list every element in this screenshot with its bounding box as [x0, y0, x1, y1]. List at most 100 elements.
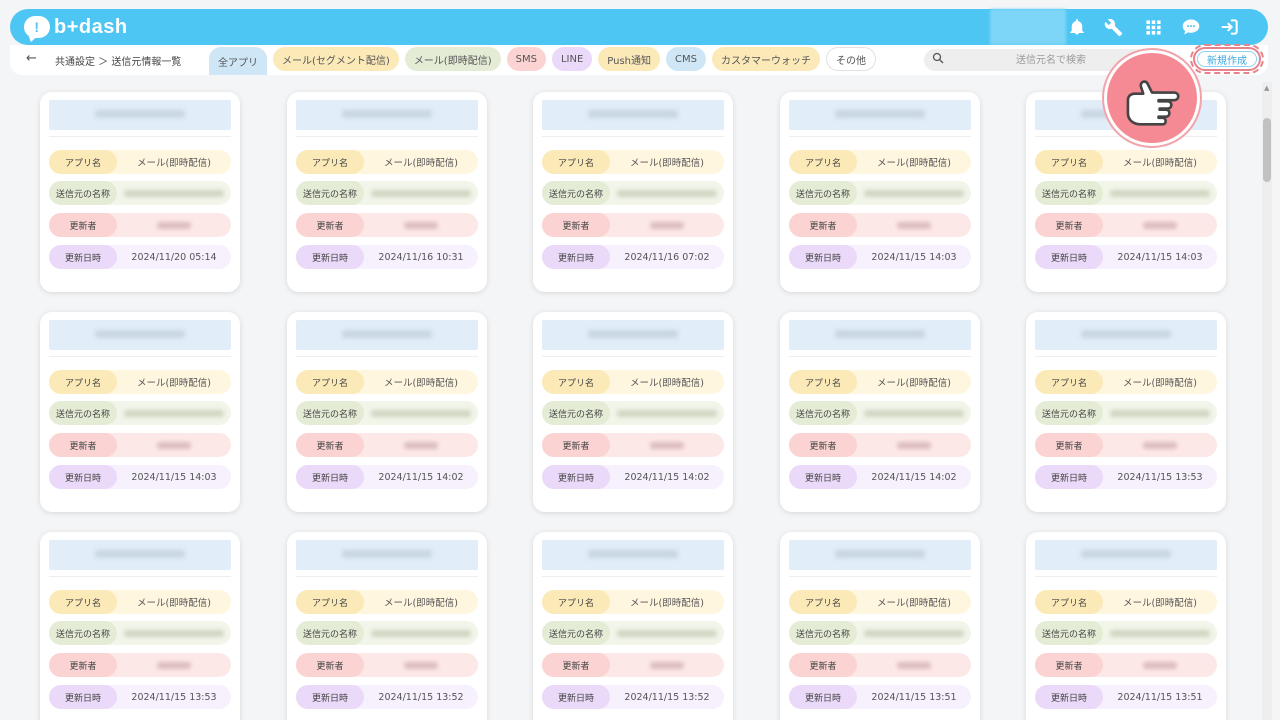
updated-at-label: 更新日時 — [542, 465, 610, 489]
user-info[interactable] — [990, 9, 1066, 45]
updater-label: 更新者 — [789, 433, 857, 457]
card-title-redacted — [1035, 320, 1217, 350]
updater-row: 更新者 — [1035, 653, 1217, 677]
search-icon — [932, 52, 944, 67]
app-name-row: アプリ名 メール(即時配信) — [789, 150, 971, 174]
updated-at-label: 更新日時 — [1035, 465, 1103, 489]
sender-card[interactable]: アプリ名 メール(即時配信) 送信元の名称 更新者 更新日時 2024/11/1… — [287, 532, 487, 720]
app-name-row: アプリ名 メール(即時配信) — [49, 370, 231, 394]
tab-all-apps[interactable]: 全アプリ — [209, 47, 267, 75]
updater-label: 更新者 — [49, 213, 117, 237]
app-name-row: アプリ名 メール(即時配信) — [296, 590, 478, 614]
updater-label: 更新者 — [49, 653, 117, 677]
app-name-row: アプリ名 メール(即時配信) — [789, 590, 971, 614]
back-arrow-icon[interactable]: ← — [26, 51, 37, 66]
card-divider — [542, 576, 724, 577]
breadcrumb: 共通設定 ＞ 送信元情報一覧 — [55, 57, 182, 68]
app-name-row: アプリ名 メール(即時配信) — [49, 590, 231, 614]
sender-name-label: 送信元の名称 — [789, 621, 857, 645]
app-name-label: アプリ名 — [789, 370, 857, 394]
updated-at-row: 更新日時 2024/11/15 13:53 — [49, 685, 231, 709]
updater-value-redacted — [610, 441, 724, 449]
updater-label: 更新者 — [1035, 213, 1103, 237]
updated-at-value: 2024/11/15 14:03 — [1117, 251, 1203, 263]
sender-name-row: 送信元の名称 — [1035, 401, 1217, 425]
updater-row: 更新者 — [1035, 433, 1217, 457]
sender-name-value-redacted — [857, 629, 971, 637]
sender-name-row: 送信元の名称 — [49, 401, 231, 425]
page-scrollbar[interactable]: ▲ — [1262, 82, 1272, 720]
scroll-thumb[interactable] — [1263, 118, 1271, 182]
sender-card[interactable]: アプリ名 メール(即時配信) 送信元の名称 更新者 更新日時 2024/11/1… — [533, 92, 733, 292]
sender-card[interactable]: アプリ名 メール(即時配信) 送信元の名称 更新者 更新日時 2024/11/1… — [780, 312, 980, 512]
app-name-row: アプリ名 メール(即時配信) — [296, 370, 478, 394]
card-title-redacted — [542, 320, 724, 350]
bell-icon[interactable] — [1067, 17, 1087, 37]
sender-card[interactable]: アプリ名 メール(即時配信) 送信元の名称 更新者 更新日時 2024/11/1… — [287, 312, 487, 512]
tab-push[interactable]: Push通知 — [598, 47, 661, 71]
tab-line[interactable]: LINE — [551, 47, 593, 71]
app-name-value: メール(即時配信) — [1123, 158, 1197, 169]
sender-name-row: 送信元の名称 — [49, 621, 231, 645]
app-name-value: メール(即時配信) — [137, 158, 211, 169]
sender-name-value-redacted — [610, 629, 724, 637]
sender-card[interactable]: アプリ名 メール(即時配信) 送信元の名称 更新者 更新日時 2024/11/2… — [40, 92, 240, 292]
grid-icon[interactable] — [1143, 17, 1163, 37]
chat-icon[interactable] — [1181, 17, 1201, 37]
sender-card[interactable]: アプリ名 メール(即時配信) 送信元の名称 更新者 更新日時 2024/11/1… — [1026, 532, 1226, 720]
updater-value-redacted — [857, 661, 971, 669]
tab-sms[interactable]: SMS — [506, 47, 546, 71]
app-logo[interactable]: ! b+dash — [24, 16, 128, 39]
sender-card[interactable]: アプリ名 メール(即時配信) 送信元の名称 更新者 更新日時 2024/11/1… — [40, 532, 240, 720]
updater-label: 更新者 — [1035, 433, 1103, 457]
logout-icon[interactable] — [1220, 17, 1240, 37]
card-title-redacted — [542, 540, 724, 570]
tab-cms[interactable]: CMS — [666, 47, 706, 71]
sender-name-value-redacted — [117, 629, 231, 637]
tab-mail-instant[interactable]: メール(即時配信) — [404, 47, 501, 71]
sender-name-row: 送信元の名称 — [1035, 181, 1217, 205]
sender-card[interactable]: アプリ名 メール(即時配信) 送信元の名称 更新者 更新日時 2024/11/1… — [780, 92, 980, 292]
app-name-value: メール(即時配信) — [384, 598, 458, 609]
tab-other[interactable]: その他 — [826, 47, 876, 71]
updated-at-row: 更新日時 2024/11/20 05:14 — [49, 245, 231, 269]
scroll-up-icon[interactable]: ▲ — [1264, 84, 1269, 92]
updated-at-label: 更新日時 — [296, 685, 364, 709]
sender-name-value-redacted — [117, 189, 231, 197]
sender-card[interactable]: アプリ名 メール(即時配信) 送信元の名称 更新者 更新日時 2024/11/1… — [40, 312, 240, 512]
updated-at-row: 更新日時 2024/11/15 13:52 — [296, 685, 478, 709]
sender-card[interactable]: アプリ名 メール(即時配信) 送信元の名称 更新者 更新日時 2024/11/1… — [533, 312, 733, 512]
tab-customer-watch[interactable]: カスタマーウォッチ — [712, 47, 820, 71]
sender-name-row: 送信元の名称 — [542, 181, 724, 205]
card-title-redacted — [789, 100, 971, 130]
sender-card[interactable]: アプリ名 メール(即時配信) 送信元の名称 更新者 更新日時 2024/11/1… — [533, 532, 733, 720]
app-name-value: メール(即時配信) — [630, 158, 704, 169]
updater-value-redacted — [117, 441, 231, 449]
top-header: ! b+dash — [10, 9, 1268, 45]
sender-name-label: 送信元の名称 — [542, 181, 610, 205]
updater-row: 更新者 — [1035, 213, 1217, 237]
wrench-icon[interactable] — [1103, 17, 1123, 37]
sender-name-label: 送信元の名称 — [789, 401, 857, 425]
updater-value-redacted — [364, 441, 478, 449]
updated-at-label: 更新日時 — [49, 685, 117, 709]
updated-at-value: 2024/11/15 14:02 — [871, 471, 957, 483]
updated-at-row: 更新日時 2024/11/15 14:02 — [296, 465, 478, 489]
new-create-button[interactable]: 新規作成 — [1190, 44, 1264, 74]
sender-name-value-redacted — [364, 189, 478, 197]
updated-at-label: 更新日時 — [542, 685, 610, 709]
sender-card[interactable]: アプリ名 メール(即時配信) 送信元の名称 更新者 更新日時 2024/11/1… — [287, 92, 487, 292]
updater-label: 更新者 — [1035, 653, 1103, 677]
tab-mail-segment[interactable]: メール(セグメント配信) — [273, 47, 399, 71]
app-name-label: アプリ名 — [1035, 150, 1103, 174]
sender-name-value-redacted — [857, 189, 971, 197]
card-divider — [296, 136, 478, 137]
app-filter-tabs: 全アプリ メール(セグメント配信) メール(即時配信) SMS LINE Pus… — [209, 47, 876, 75]
sender-name-row: 送信元の名称 — [789, 401, 971, 425]
app-name-row: アプリ名 メール(即時配信) — [1035, 370, 1217, 394]
sender-card[interactable]: アプリ名 メール(即時配信) 送信元の名称 更新者 更新日時 2024/11/1… — [780, 532, 980, 720]
sender-name-label: 送信元の名称 — [1035, 401, 1103, 425]
sender-name-label: 送信元の名称 — [49, 181, 117, 205]
sender-card[interactable]: アプリ名 メール(即時配信) 送信元の名称 更新者 更新日時 2024/11/1… — [1026, 312, 1226, 512]
updater-row: 更新者 — [542, 433, 724, 457]
